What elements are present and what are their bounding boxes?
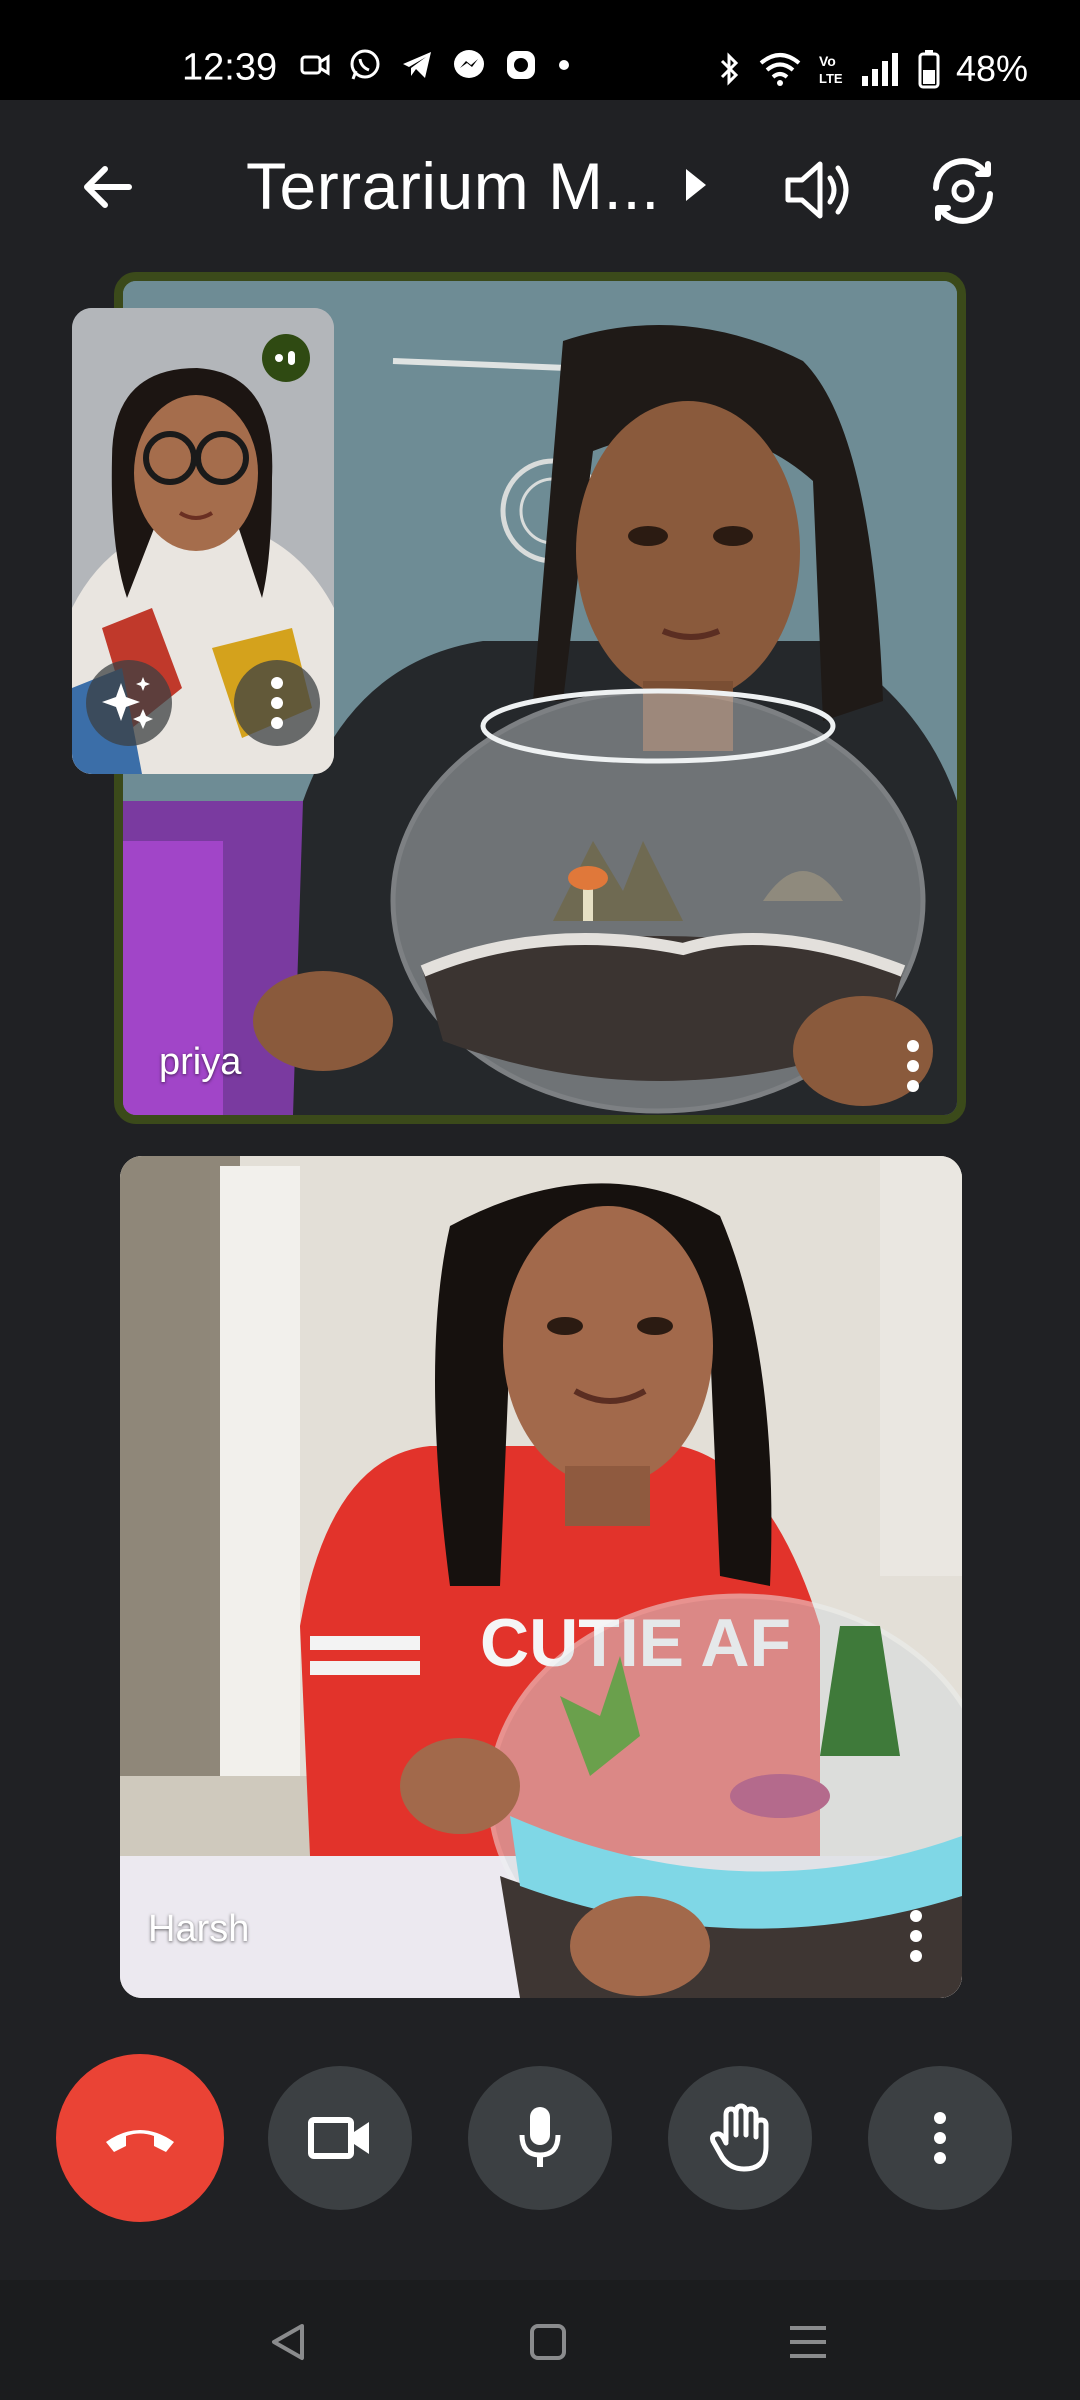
participant-name-label: Harsh: [148, 1908, 250, 1950]
telegram-icon: [403, 52, 431, 78]
camera-toggle-button[interactable]: [268, 2066, 412, 2210]
notification-icons: [300, 48, 572, 82]
status-bar: 12:39 Vo LTE 48%: [0, 0, 1080, 100]
microphone-icon: [519, 2107, 561, 2167]
raise-hand-icon: [710, 2103, 769, 2172]
camera-app-icon: [507, 51, 535, 79]
volume-icon: [785, 161, 849, 219]
nav-back-icon: [272, 2324, 304, 2360]
speaking-indicator: [262, 334, 310, 382]
bluetooth-icon: [720, 52, 739, 86]
effects-button[interactable]: [86, 660, 172, 746]
whatsapp-icon: [350, 49, 380, 80]
dot-icon: [559, 60, 569, 70]
flip-camera-icon: [933, 158, 993, 224]
volte-icon: Vo LTE: [819, 53, 843, 86]
end-call-icon: [106, 2130, 174, 2152]
participant-name-label: priya: [159, 1041, 242, 1083]
messenger-icon: [454, 50, 484, 78]
participant-more-button[interactable]: [893, 1031, 933, 1101]
nav-home-icon: [530, 2324, 566, 2360]
sparkle-effects-icon: [102, 677, 153, 729]
more-options-button[interactable]: [868, 2066, 1012, 2210]
participant-tile-harsh[interactable]: CUTIE AF Harsh: [120, 1156, 962, 1998]
more-options-icon: [934, 2112, 946, 2164]
nav-home-button[interactable]: [518, 2312, 578, 2372]
svg-text:LTE: LTE: [819, 71, 843, 86]
caret-right-icon: [686, 169, 706, 201]
meeting-details-button[interactable]: [680, 165, 710, 210]
end-call-button[interactable]: [56, 2054, 224, 2222]
camera-icon: [308, 2117, 369, 2159]
arrow-back-icon: [84, 166, 132, 208]
signal-icon: [861, 53, 898, 86]
system-icons: Vo LTE 48%: [718, 48, 1028, 90]
self-more-button[interactable]: [234, 660, 320, 746]
switch-camera-button[interactable]: [920, 148, 1006, 234]
more-vert-icon: [910, 1910, 922, 1962]
nav-menu-icon: [790, 2326, 826, 2358]
participant-video: CUTIE AF: [120, 1156, 962, 1998]
speaker-button[interactable]: [778, 150, 858, 230]
meeting-title[interactable]: Terrarium M...: [246, 148, 666, 224]
wifi-icon: [759, 53, 801, 86]
svg-text:Vo: Vo: [819, 53, 836, 69]
more-vert-icon: [907, 1040, 919, 1092]
nav-recents-button[interactable]: [778, 2312, 838, 2372]
battery-percentage: 48%: [955, 48, 1028, 89]
audio-level-icon: [275, 351, 295, 365]
microphone-toggle-button[interactable]: [468, 2066, 612, 2210]
raise-hand-button[interactable]: [668, 2066, 812, 2210]
status-time: 12:39: [182, 46, 278, 89]
nav-back-button[interactable]: [258, 2312, 318, 2372]
back-button[interactable]: [72, 152, 142, 222]
more-vert-icon: [271, 677, 283, 729]
participant-more-button[interactable]: [896, 1901, 936, 1971]
battery-icon: [918, 50, 940, 89]
video-icon: [300, 54, 330, 76]
